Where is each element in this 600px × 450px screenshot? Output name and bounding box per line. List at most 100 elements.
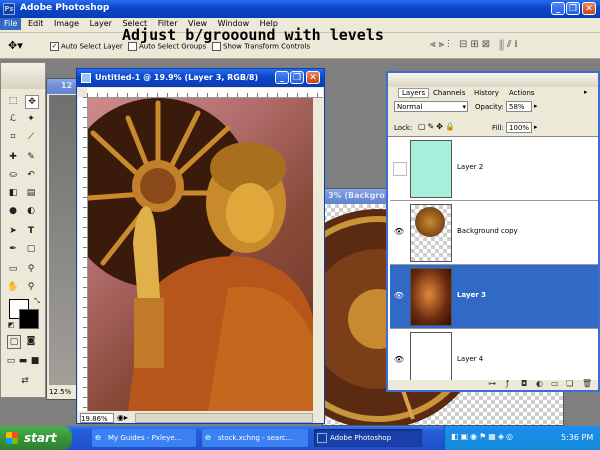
eye-icon[interactable]: 👁 xyxy=(393,354,405,366)
healing-brush-tool-icon[interactable]: ✚ xyxy=(7,151,19,163)
menu-edit[interactable]: Edit xyxy=(24,18,48,30)
layer-mask-icon[interactable]: ◘ xyxy=(521,379,527,388)
status-bar-menu-icon[interactable]: ◉▸ xyxy=(117,413,128,422)
fill-field[interactable]: 100% xyxy=(506,122,532,133)
app-title-bar[interactable]: Ps Adobe Photoshop _ ❐ ✕ xyxy=(0,0,600,18)
magic-wand-tool-icon[interactable]: ✦ xyxy=(25,113,37,125)
screen-mode-full-icon[interactable]: ■ xyxy=(29,355,41,367)
layers-palette-header[interactable] xyxy=(388,73,598,87)
tray-icons[interactable]: ◧▣◉⚑▦◈◎ xyxy=(451,432,515,441)
history-brush-tool-icon[interactable]: ↶ xyxy=(25,169,37,181)
clone-stamp-tool-icon[interactable]: ⛀ xyxy=(7,169,19,181)
main-document-title: Untitled-1 @ 19.9% (Layer 3, RGB/8) xyxy=(95,73,259,82)
layers-bottom-bar: ⊶ ƒ ◘ ◐ ▭ ❏ 🗑 xyxy=(388,379,598,390)
path-selection-tool-icon[interactable]: ➤ xyxy=(7,225,19,237)
taskbar-item-stock-xchng[interactable]: e stock.xchng - searc... xyxy=(202,429,308,447)
dodge-tool-icon[interactable]: ◐ xyxy=(25,205,37,217)
crop-tool-icon[interactable]: ⌗ xyxy=(7,131,19,143)
taskbar-item-adobe-photoshop[interactable]: Adobe Photoshop xyxy=(314,429,422,447)
tab-actions[interactable]: Actions xyxy=(509,89,535,97)
blur-tool-icon[interactable]: ● xyxy=(7,205,19,217)
photoshop-icon xyxy=(317,433,327,443)
lock-icons[interactable]: ▢✎✥🔒 xyxy=(418,122,457,131)
menu-file[interactable]: File xyxy=(0,18,22,30)
type-tool-icon[interactable]: T xyxy=(25,225,37,237)
background-copy-thumbnail xyxy=(410,204,452,262)
opacity-label: Opacity: xyxy=(475,103,504,111)
gradient-tool-icon[interactable]: ▤ xyxy=(25,187,37,199)
eye-icon[interactable]: 👁 xyxy=(393,226,405,238)
eraser-tool-icon[interactable]: ◧ xyxy=(7,187,19,199)
notes-tool-icon[interactable]: ▭ xyxy=(7,263,19,275)
visibility-toggle-empty[interactable] xyxy=(393,162,407,176)
opacity-field[interactable]: 58% xyxy=(506,101,532,112)
opacity-slider-arrow-icon[interactable]: ▸ xyxy=(534,102,538,110)
layer-name: Layer 3 xyxy=(457,291,487,299)
blend-mode-select[interactable]: Normal ▾ xyxy=(394,101,468,112)
jump-to-imageready-icon[interactable]: ⇄ xyxy=(15,375,35,387)
marquee-tool-icon[interactable]: ⬚ xyxy=(7,95,19,107)
new-group-icon[interactable]: ▭ xyxy=(551,379,559,388)
close-button[interactable]: ✕ xyxy=(582,2,596,15)
document-minimize-button[interactable]: _ xyxy=(275,71,289,84)
menu-image[interactable]: Image xyxy=(50,18,83,30)
layer-style-icon[interactable]: ƒ xyxy=(506,379,509,388)
minimize-button[interactable]: _ xyxy=(551,2,565,15)
system-tray: ◧▣◉⚑▦◈◎ 5:36 PM xyxy=(444,426,600,450)
start-button[interactable]: start xyxy=(0,426,72,450)
layer-row-background-copy[interactable]: 👁 Background copy xyxy=(390,201,598,265)
main-document-title-bar[interactable]: Untitled-1 @ 19.9% (Layer 3, RGB/8) _ ❐ … xyxy=(77,69,324,87)
buddha-sun-photo xyxy=(88,98,313,411)
tab-layers[interactable]: Layers xyxy=(398,88,430,98)
adjustment-layer-icon[interactable]: ◐ xyxy=(536,379,543,388)
horizontal-scrollbar[interactable] xyxy=(135,413,313,423)
background-color-swatch[interactable] xyxy=(19,309,39,329)
slice-tool-icon[interactable]: ⟋ xyxy=(25,131,37,143)
auto-select-layer-checkbox[interactable]: ✓ xyxy=(50,42,59,51)
delete-layer-icon[interactable]: 🗑 xyxy=(582,379,592,388)
document-close-button[interactable]: ✕ xyxy=(306,71,320,84)
maximize-button[interactable]: ❐ xyxy=(566,2,580,15)
tab-channels[interactable]: Channels xyxy=(433,89,465,97)
layers-list: Layer 2 👁 Background copy 👁 Layer 3 👁 La… xyxy=(388,136,598,380)
quick-mask-mode-icon[interactable]: ◙ xyxy=(25,335,37,347)
move-tool-preset-icon[interactable]: ✥▾ xyxy=(8,39,23,52)
shape-tool-icon[interactable]: ▢ xyxy=(25,243,37,255)
taskbar-item-my-guides[interactable]: e My Guides - Pxleye... xyxy=(92,429,196,447)
main-document-window[interactable]: Untitled-1 @ 19.9% (Layer 3, RGB/8) _ ❐ … xyxy=(76,68,325,424)
zoom-tool-icon[interactable]: ⚲ xyxy=(25,281,37,293)
swap-colors-icon[interactable]: ⤡ xyxy=(31,295,43,307)
pen-tool-icon[interactable]: ✒ xyxy=(7,243,19,255)
main-document-zoom[interactable]: 19.86% xyxy=(80,413,114,423)
lasso-tool-icon[interactable]: ℒ xyxy=(7,113,19,125)
default-colors-icon[interactable]: ◩ xyxy=(5,319,17,331)
hand-tool-icon[interactable]: ✋ xyxy=(7,281,19,293)
screen-mode-full-menu-icon[interactable]: ▬ xyxy=(17,355,29,367)
align-buttons-group[interactable]: ⫷⫸⫶ ⊟⊞⊠ ⫼⫽⫾ xyxy=(430,39,521,50)
vertical-ruler xyxy=(78,97,88,411)
toolbox-header[interactable] xyxy=(1,63,45,89)
screen-mode-standard-icon[interactable]: ▭ xyxy=(5,355,17,367)
document-maximize-button[interactable]: ❐ xyxy=(290,71,304,84)
brush-tool-icon[interactable]: ✎ xyxy=(25,151,37,163)
lock-label: Lock: xyxy=(394,124,413,132)
menu-layer[interactable]: Layer xyxy=(86,18,116,30)
layer-row-layer-2[interactable]: Layer 2 xyxy=(390,137,598,201)
standard-mode-icon[interactable]: ▢ xyxy=(7,335,21,349)
document-canvas[interactable] xyxy=(88,98,313,411)
tab-history[interactable]: History xyxy=(474,89,499,97)
eye-icon[interactable]: 👁 xyxy=(393,290,405,302)
auto-select-layer-option[interactable]: ✓ Auto Select Layer xyxy=(50,42,123,51)
horizontal-ruler xyxy=(87,88,323,98)
layer-row-layer-3[interactable]: 👁 Layer 3 xyxy=(390,265,598,329)
layer-row-layer-4[interactable]: 👁 Layer 4 xyxy=(390,329,598,380)
eyedropper-tool-icon[interactable]: ⚲ xyxy=(25,263,37,275)
palette-menu-icon[interactable]: ▸ xyxy=(584,88,588,96)
link-layers-icon[interactable]: ⊶ xyxy=(488,379,496,388)
photoshop-app-icon: Ps xyxy=(3,3,15,15)
new-layer-icon[interactable]: ❏ xyxy=(566,379,573,388)
back-document-zoom[interactable]: 12.5% xyxy=(49,388,71,396)
fill-slider-arrow-icon[interactable]: ▸ xyxy=(534,123,538,131)
move-tool-icon[interactable]: ✥ xyxy=(25,95,39,109)
document-icon xyxy=(81,73,91,83)
